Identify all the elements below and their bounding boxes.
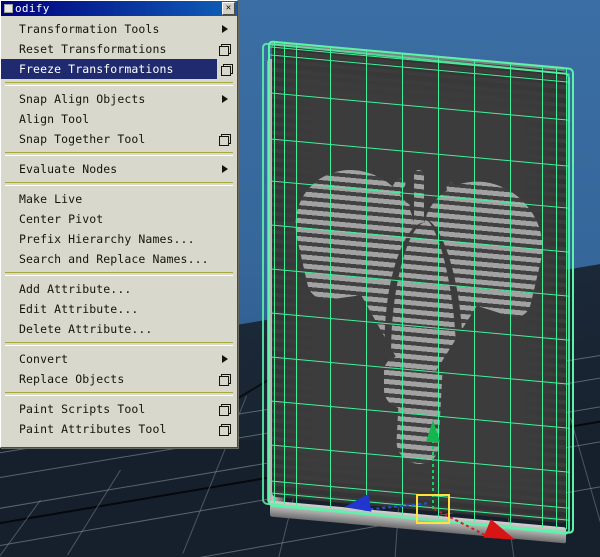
menu-item-align-tool[interactable]: Align Tool [1,109,237,129]
menu-separator [5,392,233,396]
menu-item-label: Search and Replace Names... [19,252,209,266]
menu-item-label: Evaluate Nodes [19,162,118,176]
menu-item-convert[interactable]: Convert [1,349,237,369]
menu-item-label: Add Attribute... [19,282,132,296]
menu-title: odify [15,2,50,15]
menu-item-transformation-tools[interactable]: Transformation Tools [1,19,237,39]
manipulator-center-handle[interactable] [416,494,450,524]
menu-item-snap-align-objects[interactable]: Snap Align Objects [1,89,237,109]
menu-item-replace-objects[interactable]: Replace Objects [1,369,237,389]
menu-item-edit-attribute[interactable]: Edit Attribute... [1,299,237,319]
menu-separator [5,272,233,276]
menu-item-label: Freeze Transformations [19,62,174,76]
menu-item-label: Center Pivot [19,212,104,226]
menu-item-reset-transformations[interactable]: Reset Transformations [1,39,237,59]
menu-item-make-live[interactable]: Make Live [1,189,237,209]
y-axis-arrow-icon[interactable] [426,420,440,442]
menu-separator [5,342,233,346]
menu-item-paint-attributes-tool[interactable]: Paint Attributes Tool [1,419,237,439]
menu-item-paint-scripts-tool[interactable]: Paint Scripts Tool [1,399,237,419]
menu-item-add-attribute[interactable]: Add Attribute... [1,279,237,299]
menu-item-list[interactable]: Transformation Tools Reset Transformation… [1,16,237,441]
option-box-icon[interactable] [219,424,231,436]
menu-item-label: Make Live [19,192,83,206]
modify-menu-panel[interactable]: odify ✕ Transformation Tools Reset Transf… [0,0,238,448]
menu-separator [5,182,233,186]
menu-item-delete-attribute[interactable]: Delete Attribute... [1,319,237,339]
menu-item-label: Convert [19,352,69,366]
menu-separator [5,82,233,86]
chevron-right-icon[interactable] [222,355,228,363]
menu-item-snap-together-tool[interactable]: Snap Together Tool [1,129,237,149]
menu-item-label: Align Tool [19,112,90,126]
menu-titlebar[interactable]: odify ✕ [1,1,237,16]
menu-item-label: Delete Attribute... [19,322,153,336]
option-box-icon[interactable] [219,44,231,56]
menu-item-label: Transformation Tools [19,22,160,36]
menu-separator [5,152,233,156]
chevron-right-icon[interactable] [222,165,228,173]
menu-handle-icon [4,4,13,13]
menu-item-search-and-replace-names[interactable]: Search and Replace Names... [1,249,237,269]
menu-item-label: Replace Objects [19,372,125,386]
menu-item-label: Reset Transformations [19,42,167,56]
menu-item-freeze-transformations[interactable]: Freeze Transformations [1,59,233,79]
menu-item-prefix-hierarchy-names[interactable]: Prefix Hierarchy Names... [1,229,237,249]
menu-item-center-pivot[interactable]: Center Pivot [1,209,237,229]
menu-item-label: Snap Together Tool [19,132,146,146]
menu-item-label: Paint Scripts Tool [19,402,146,416]
menu-item-label: Paint Attributes Tool [19,422,167,436]
option-box-icon[interactable] [219,404,231,416]
option-box-icon[interactable] [221,64,233,76]
chevron-right-icon[interactable] [222,95,228,103]
x-axis-arrow-icon[interactable] [483,519,519,549]
move-manipulator[interactable] [342,420,586,550]
menu-item-label: Edit Attribute... [19,302,139,316]
menu-item-label: Snap Align Objects [19,92,146,106]
option-box-icon[interactable] [219,134,231,146]
chevron-right-icon[interactable] [222,25,228,33]
close-icon[interactable]: ✕ [222,2,235,15]
option-box-icon[interactable] [219,374,231,386]
menu-item-label: Prefix Hierarchy Names... [19,232,195,246]
menu-item-evaluate-nodes[interactable]: Evaluate Nodes [1,159,237,179]
